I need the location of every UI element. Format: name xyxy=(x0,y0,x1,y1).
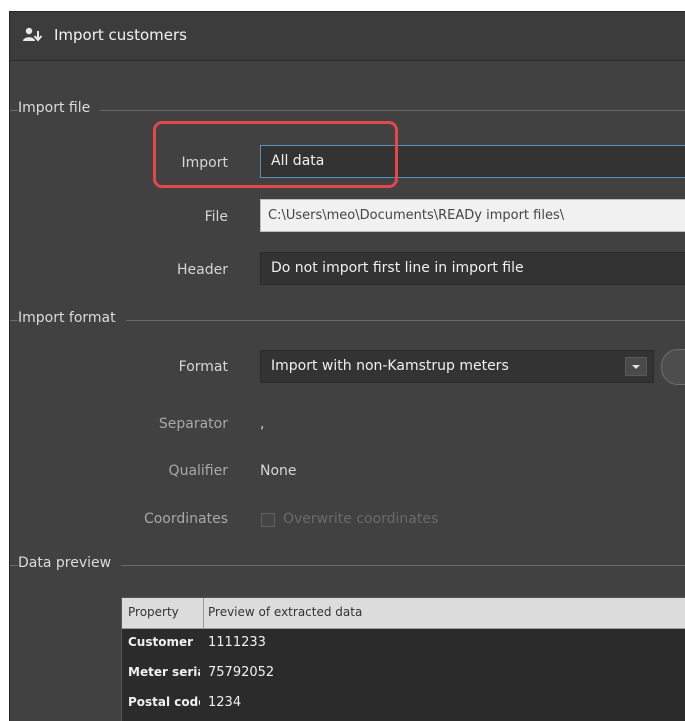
table-row[interactable]: Meter serial 75792052 xyxy=(122,658,685,688)
format-dropdown[interactable]: Import with non-Kamstrup meters xyxy=(260,350,654,383)
separator-label: Separator xyxy=(158,416,228,432)
section-data-preview: Data preview xyxy=(10,555,685,575)
header-dropdown[interactable]: Do not import first line in import file xyxy=(260,252,685,285)
format-dropdown-value: Import with non-Kamstrup meters xyxy=(271,358,509,374)
column-divider[interactable] xyxy=(203,598,204,628)
file-path-field[interactable]: C:\Users\meo\Documents\READy import file… xyxy=(260,199,685,232)
column-header-property[interactable]: Property xyxy=(128,605,202,619)
table-row[interactable]: Postal code 1234 xyxy=(122,688,685,718)
row-value: 75792052 xyxy=(208,665,275,680)
row-value: 1234 xyxy=(208,695,242,710)
column-header-preview[interactable]: Preview of extracted data xyxy=(208,605,362,619)
coordinates-label: Coordinates xyxy=(143,511,228,527)
section-label: Data preview xyxy=(18,555,122,571)
highlight-annotation xyxy=(153,121,398,188)
row-property: Meter serial xyxy=(128,665,200,679)
data-preview-table[interactable]: Property Preview of extracted data Custo… xyxy=(121,597,685,721)
separator-value: , xyxy=(260,416,265,432)
section-import-format: Import format xyxy=(10,310,685,330)
format-action-button[interactable] xyxy=(661,349,685,385)
format-label: Format xyxy=(178,359,228,375)
title-bar: Import customers xyxy=(10,12,685,61)
section-label: Import format xyxy=(18,310,126,326)
table-row[interactable]: Customer 1111233 xyxy=(122,628,685,658)
row-property: Postal code xyxy=(128,695,200,709)
file-path-value: C:\Users\meo\Documents\READy import file… xyxy=(268,208,565,223)
row-value: 1111233 xyxy=(208,635,266,650)
header-label: Header xyxy=(177,262,228,278)
window-title: Import customers xyxy=(54,26,188,44)
table-header: Property Preview of extracted data xyxy=(122,598,685,629)
header-dropdown-value: Do not import first line in import file xyxy=(271,260,524,276)
section-label: Import file xyxy=(18,100,101,116)
divider xyxy=(10,110,685,111)
row-property: Customer xyxy=(128,635,194,649)
import-customers-window: Import customers Import file Import All … xyxy=(9,11,685,721)
chevron-down-icon[interactable] xyxy=(625,357,647,376)
qualifier-label: Qualifier xyxy=(168,463,228,479)
overwrite-coordinates-label: Overwrite coordinates xyxy=(283,511,439,527)
qualifier-value: None xyxy=(260,463,297,479)
section-import-file: Import file xyxy=(10,100,685,120)
import-customers-icon xyxy=(23,27,43,42)
overwrite-coordinates-checkbox[interactable] xyxy=(261,513,275,527)
file-label: File xyxy=(204,209,228,225)
